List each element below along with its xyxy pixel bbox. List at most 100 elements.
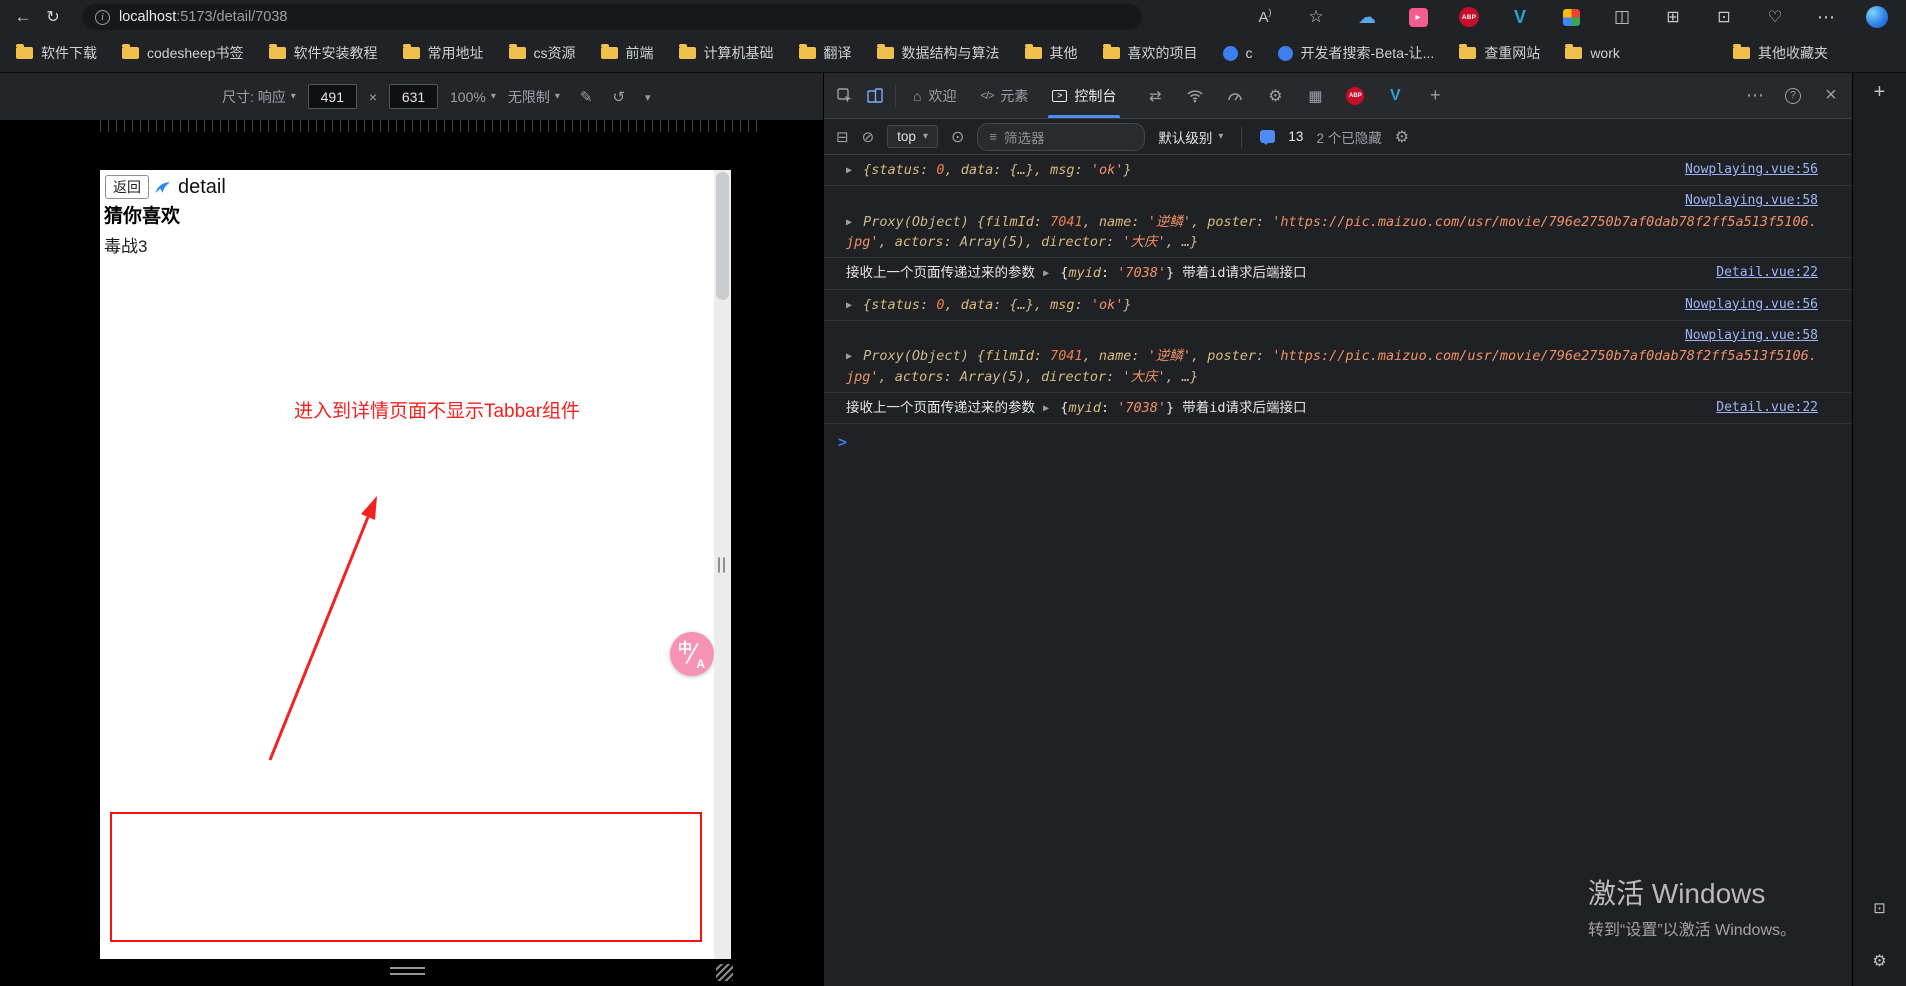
- extension-v-icon[interactable]: [1509, 6, 1531, 28]
- collections-icon[interactable]: [1662, 6, 1684, 28]
- adblock-devtools-icon[interactable]: [1346, 86, 1365, 105]
- bookmark-item[interactable]: 常用地址: [402, 43, 484, 63]
- bookmark-item[interactable]: 软件安装教程: [268, 43, 378, 63]
- devtools-panel: 欢迎元素控制台 top 筛选器 默认: [823, 73, 1852, 986]
- page-scrollbar[interactable]: [714, 170, 731, 959]
- wifi-icon[interactable]: [1180, 81, 1210, 111]
- copilot-icon[interactable]: [1866, 6, 1888, 28]
- other-favorites[interactable]: 其他收藏夹: [1733, 43, 1828, 63]
- page-header-row: 返回 detail: [105, 175, 226, 199]
- source-link[interactable]: Detail.vue:22: [1716, 263, 1818, 283]
- device-height-input[interactable]: 631: [389, 84, 438, 109]
- layout-panel-icon[interactable]: [1300, 81, 1330, 111]
- hidden-messages-note[interactable]: 2 个已隐藏: [1316, 127, 1381, 147]
- source-link[interactable]: Nowplaying.vue:58: [846, 191, 1818, 211]
- translate-fab[interactable]: 中 A: [670, 632, 714, 676]
- console-messages: ▶ {status: 0, data: {…}, msg: 'ok'} Nowpl…: [824, 155, 1852, 424]
- console-sidebar-icon[interactable]: [836, 128, 849, 146]
- source-link[interactable]: Nowplaying.vue:58: [846, 326, 1818, 346]
- source-link[interactable]: Nowplaying.vue:56: [1685, 160, 1818, 180]
- console-filter-input[interactable]: 筛选器: [977, 122, 1146, 151]
- network-conditions-icon[interactable]: [1140, 81, 1170, 111]
- live-expression-icon[interactable]: [951, 127, 964, 147]
- folder-icon: [1565, 44, 1583, 59]
- throttling-select[interactable]: 无限制: [508, 87, 560, 107]
- emulated-page: 返回 detail 猜你喜欢 毒战3 进入到详情页面不显示Tabbar组件 中 …: [100, 170, 714, 959]
- sidebar-add-icon[interactable]: [1874, 81, 1886, 104]
- tab-elements[interactable]: 元素: [968, 73, 1040, 118]
- back-button[interactable]: 返回: [105, 175, 149, 199]
- device-toolbar-more-icon[interactable]: [645, 88, 651, 105]
- source-link[interactable]: Nowplaying.vue:56: [1685, 295, 1818, 315]
- bookmark-label: codesheep书签: [147, 45, 244, 61]
- tab-console[interactable]: 控制台: [1040, 73, 1128, 118]
- settings-more-icon[interactable]: [1815, 6, 1837, 28]
- console-message: Nowplaying.vue:58 ▶ Proxy(Object) {filmId…: [824, 321, 1852, 393]
- add-panel-icon[interactable]: [1420, 81, 1450, 111]
- viewport-resize-handle-bottom[interactable]: [390, 967, 425, 975]
- url-host: localhost: [119, 9, 177, 25]
- console-message-text: ▶ {status: 0, data: {…}, msg: 'ok'}: [846, 162, 1132, 178]
- bookmark-label: 查重网站: [1484, 45, 1541, 61]
- site-info-icon[interactable]: [95, 9, 110, 25]
- capture-icon[interactable]: [580, 88, 593, 106]
- address-bar[interactable]: localhost:5173/detail/7038: [82, 4, 1142, 30]
- bookmark-label: cs资源: [533, 45, 576, 61]
- performance-gauge-icon[interactable]: [1220, 81, 1250, 111]
- zoom-select[interactable]: 100%: [450, 89, 496, 105]
- bookmark-item[interactable]: 翻译: [798, 43, 852, 63]
- console-prompt[interactable]: [824, 424, 1852, 452]
- bookmark-item[interactable]: work: [1565, 44, 1620, 61]
- scrollbar-thumb[interactable]: [716, 172, 729, 300]
- device-width-input[interactable]: 491: [307, 84, 357, 109]
- back-icon[interactable]: [8, 3, 38, 31]
- vue-devtools-icon[interactable]: [1380, 81, 1410, 111]
- tab-welcome[interactable]: 欢迎: [901, 73, 968, 118]
- read-aloud-icon[interactable]: [1254, 6, 1276, 28]
- inspect-icon[interactable]: [830, 81, 860, 111]
- sidebar-settings-icon[interactable]: [1872, 951, 1886, 971]
- bookmark-item[interactable]: 其他: [1024, 43, 1078, 63]
- console-settings-icon[interactable]: [1395, 127, 1409, 147]
- devtools-more-icon[interactable]: [1740, 81, 1770, 111]
- help-icon[interactable]: [1785, 87, 1801, 104]
- viewport-resize-handle-corner[interactable]: [716, 964, 733, 981]
- bookmark-item[interactable]: 查重网站: [1459, 43, 1540, 63]
- messages-bubble-icon[interactable]: [1260, 130, 1276, 145]
- execution-context-select[interactable]: top: [887, 125, 938, 148]
- section-heading: 猜你喜欢: [104, 206, 181, 227]
- log-level-select[interactable]: 默认级别: [1158, 127, 1223, 147]
- close-devtools-icon[interactable]: [1816, 81, 1846, 111]
- bookmark-item[interactable]: 计算机基础: [678, 43, 774, 63]
- bookmark-item[interactable]: c: [1222, 45, 1253, 61]
- devtools-settings-icon[interactable]: [1260, 81, 1290, 111]
- bookmark-item[interactable]: 前端: [600, 43, 654, 63]
- source-link[interactable]: Detail.vue:22: [1716, 398, 1818, 418]
- sidebar-screen-icon[interactable]: [1873, 899, 1886, 917]
- bookmark-item[interactable]: 数据结构与算法: [876, 43, 1000, 63]
- extension-cloud-icon[interactable]: [1356, 6, 1378, 28]
- bookmark-item[interactable]: cs资源: [508, 43, 576, 63]
- adblock-plus-icon[interactable]: [1459, 7, 1479, 27]
- zoom-value: 100%: [450, 88, 486, 105]
- extensions-puzzle-icon[interactable]: [1562, 8, 1580, 26]
- viewport-resize-handle-right[interactable]: [718, 557, 725, 572]
- movie-title: 毒战3: [104, 237, 148, 256]
- bookmark-item[interactable]: 开发者搜索-Beta-让...: [1277, 43, 1434, 63]
- console-message: Nowplaying.vue:58 ▶ Proxy(Object) {filmId…: [824, 186, 1852, 259]
- browser-essentials-icon[interactable]: [1764, 6, 1786, 28]
- bookmark-item[interactable]: 软件下载: [16, 43, 97, 63]
- favorite-star-icon[interactable]: [1305, 6, 1327, 28]
- extension-pink-icon[interactable]: [1408, 7, 1428, 27]
- bookmark-label: 前端: [625, 45, 654, 61]
- devtools-tool-icons: [1140, 81, 1450, 111]
- split-screen-icon[interactable]: [1611, 6, 1633, 28]
- refresh-icon[interactable]: [38, 3, 68, 31]
- rotate-device-icon[interactable]: [612, 88, 625, 106]
- bookmark-item[interactable]: codesheep书签: [122, 43, 244, 63]
- apps-icon[interactable]: [1713, 6, 1735, 28]
- clear-console-icon[interactable]: [862, 128, 875, 146]
- device-type-select[interactable]: 尺寸: 响应: [222, 87, 296, 107]
- device-toolbar-toggle-icon[interactable]: [860, 81, 890, 111]
- bookmark-item[interactable]: 喜欢的项目: [1102, 43, 1198, 63]
